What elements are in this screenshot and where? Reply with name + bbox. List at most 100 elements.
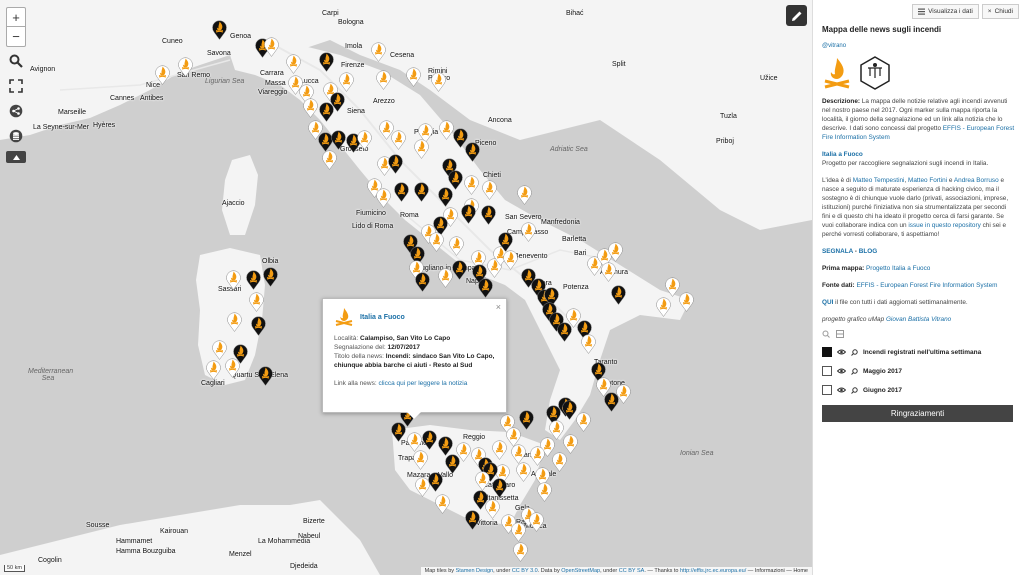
layer-checkbox[interactable] — [822, 385, 832, 395]
issue-link[interactable]: issue in questo repository — [908, 222, 980, 229]
fire-marker[interactable] — [318, 50, 335, 72]
fire-marker[interactable] — [480, 203, 497, 225]
zoom-icon[interactable] — [822, 330, 830, 338]
layer-checkbox[interactable] — [822, 347, 832, 357]
search-icon[interactable] — [851, 386, 858, 394]
fire-marker[interactable] — [427, 470, 444, 492]
fire-marker[interactable] — [512, 540, 529, 562]
fire-marker[interactable] — [421, 428, 438, 450]
popup-news-link[interactable]: clicca qui per leggere la notizia — [378, 380, 467, 387]
search-icon[interactable] — [851, 367, 858, 375]
author-link-1[interactable]: Matteo Tempestini — [853, 177, 905, 184]
fire-marker[interactable] — [451, 258, 468, 280]
fire-marker[interactable] — [575, 410, 592, 432]
fire-marker[interactable] — [448, 234, 465, 256]
search-button[interactable] — [6, 51, 26, 71]
fire-marker[interactable] — [678, 290, 695, 312]
fire-marker[interactable] — [610, 283, 627, 305]
layers-button[interactable] — [6, 126, 26, 146]
fire-marker[interactable] — [551, 450, 568, 472]
fire-marker[interactable] — [390, 420, 407, 442]
popup-close-button[interactable]: × — [496, 302, 501, 312]
fire-marker[interactable] — [177, 55, 194, 77]
fire-marker[interactable] — [285, 52, 302, 74]
segnala-link[interactable]: SEGNALA — [822, 248, 853, 255]
fire-marker[interactable] — [224, 356, 241, 378]
fire-marker[interactable] — [387, 152, 404, 174]
project-link[interactable]: Italia a Fuoco — [822, 151, 863, 158]
fire-marker[interactable] — [211, 18, 228, 40]
fire-marker[interactable] — [491, 476, 508, 498]
fire-marker[interactable] — [580, 332, 597, 354]
fire-marker[interactable] — [460, 202, 477, 224]
eye-icon[interactable] — [837, 368, 846, 374]
fire-marker[interactable] — [528, 510, 545, 532]
fire-marker[interactable] — [428, 230, 445, 252]
edit-map-button[interactable] — [786, 5, 807, 26]
fire-marker[interactable] — [477, 276, 494, 298]
fire-marker[interactable] — [257, 364, 274, 386]
ccby-link[interactable]: CC BY 3.0 — [512, 568, 538, 574]
eye-icon[interactable] — [837, 349, 846, 355]
effis-link[interactable]: http://effis.jrc.ec.europa.eu/ — [680, 568, 746, 574]
panel-author[interactable]: @vitrano — [822, 43, 1015, 49]
author-link-3[interactable]: Andrea Borruso — [954, 177, 999, 184]
eye-icon[interactable] — [837, 387, 846, 393]
stamen-link[interactable]: Stamen Design — [456, 568, 494, 574]
fire-marker[interactable] — [430, 70, 447, 92]
fire-marker[interactable] — [250, 314, 267, 336]
fire-marker[interactable] — [444, 452, 461, 474]
fire-marker[interactable] — [516, 183, 533, 205]
blog-link[interactable]: BLOG — [859, 248, 877, 255]
fire-marker[interactable] — [520, 220, 537, 242]
layer-row[interactable]: Giugno 2017 — [822, 385, 1015, 395]
fire-marker[interactable] — [463, 173, 480, 195]
fire-marker[interactable] — [607, 240, 624, 262]
fire-marker[interactable] — [338, 70, 355, 92]
fire-marker[interactable] — [413, 180, 430, 202]
author-link-2[interactable]: Matteo Fortini — [908, 177, 947, 184]
fire-marker[interactable] — [412, 448, 429, 470]
fire-marker[interactable] — [302, 96, 319, 118]
fire-marker[interactable] — [263, 35, 280, 57]
first-map-link[interactable]: Progetto Italia a Fuoco — [866, 265, 930, 272]
fire-marker[interactable] — [225, 268, 242, 290]
fire-marker[interactable] — [464, 140, 481, 162]
table-icon[interactable] — [836, 330, 844, 338]
fire-marker[interactable] — [154, 63, 171, 85]
fire-marker[interactable] — [375, 68, 392, 90]
fire-marker[interactable] — [307, 118, 324, 140]
fire-marker[interactable] — [248, 290, 265, 312]
view-data-button[interactable]: Visualizza i dati — [912, 4, 979, 19]
share-button[interactable] — [6, 101, 26, 121]
zoom-in-button[interactable]: + — [7, 8, 25, 27]
fire-marker[interactable] — [655, 295, 672, 317]
layer-row[interactable]: Maggio 2017 — [822, 366, 1015, 376]
collapse-controls-button[interactable] — [6, 151, 26, 163]
fire-marker[interactable] — [484, 497, 501, 519]
fire-marker[interactable] — [329, 90, 346, 112]
fire-marker[interactable] — [245, 268, 262, 290]
ccbysa-link[interactable]: CC BY SA — [619, 568, 645, 574]
fire-marker[interactable] — [515, 460, 532, 482]
fire-marker[interactable] — [370, 40, 387, 62]
layer-row[interactable]: Incendi registrati nell'ultima settimana — [822, 347, 1015, 357]
fire-marker[interactable] — [356, 128, 373, 150]
fire-marker[interactable] — [600, 260, 617, 282]
fire-marker[interactable] — [437, 185, 454, 207]
fire-marker[interactable] — [464, 508, 481, 530]
fire-marker[interactable] — [375, 186, 392, 208]
thanks-button[interactable]: Ringraziamenti — [822, 405, 1013, 422]
fire-marker[interactable] — [615, 382, 632, 404]
close-panel-button[interactable]: × Chiudi — [981, 4, 1019, 19]
credit-link[interactable]: Giovan Battista Vitrano — [886, 316, 951, 323]
fire-marker[interactable] — [414, 270, 431, 292]
fire-marker[interactable] — [226, 310, 243, 332]
fire-marker[interactable] — [405, 65, 422, 87]
data-file-link[interactable]: QUI — [822, 299, 833, 306]
map-view[interactable]: Ligurian Sea Adriatic Sea Mediterranean … — [0, 0, 812, 575]
fire-marker[interactable] — [390, 128, 407, 150]
fire-marker[interactable] — [481, 178, 498, 200]
layer-checkbox[interactable] — [822, 366, 832, 376]
fire-marker[interactable] — [262, 265, 279, 287]
